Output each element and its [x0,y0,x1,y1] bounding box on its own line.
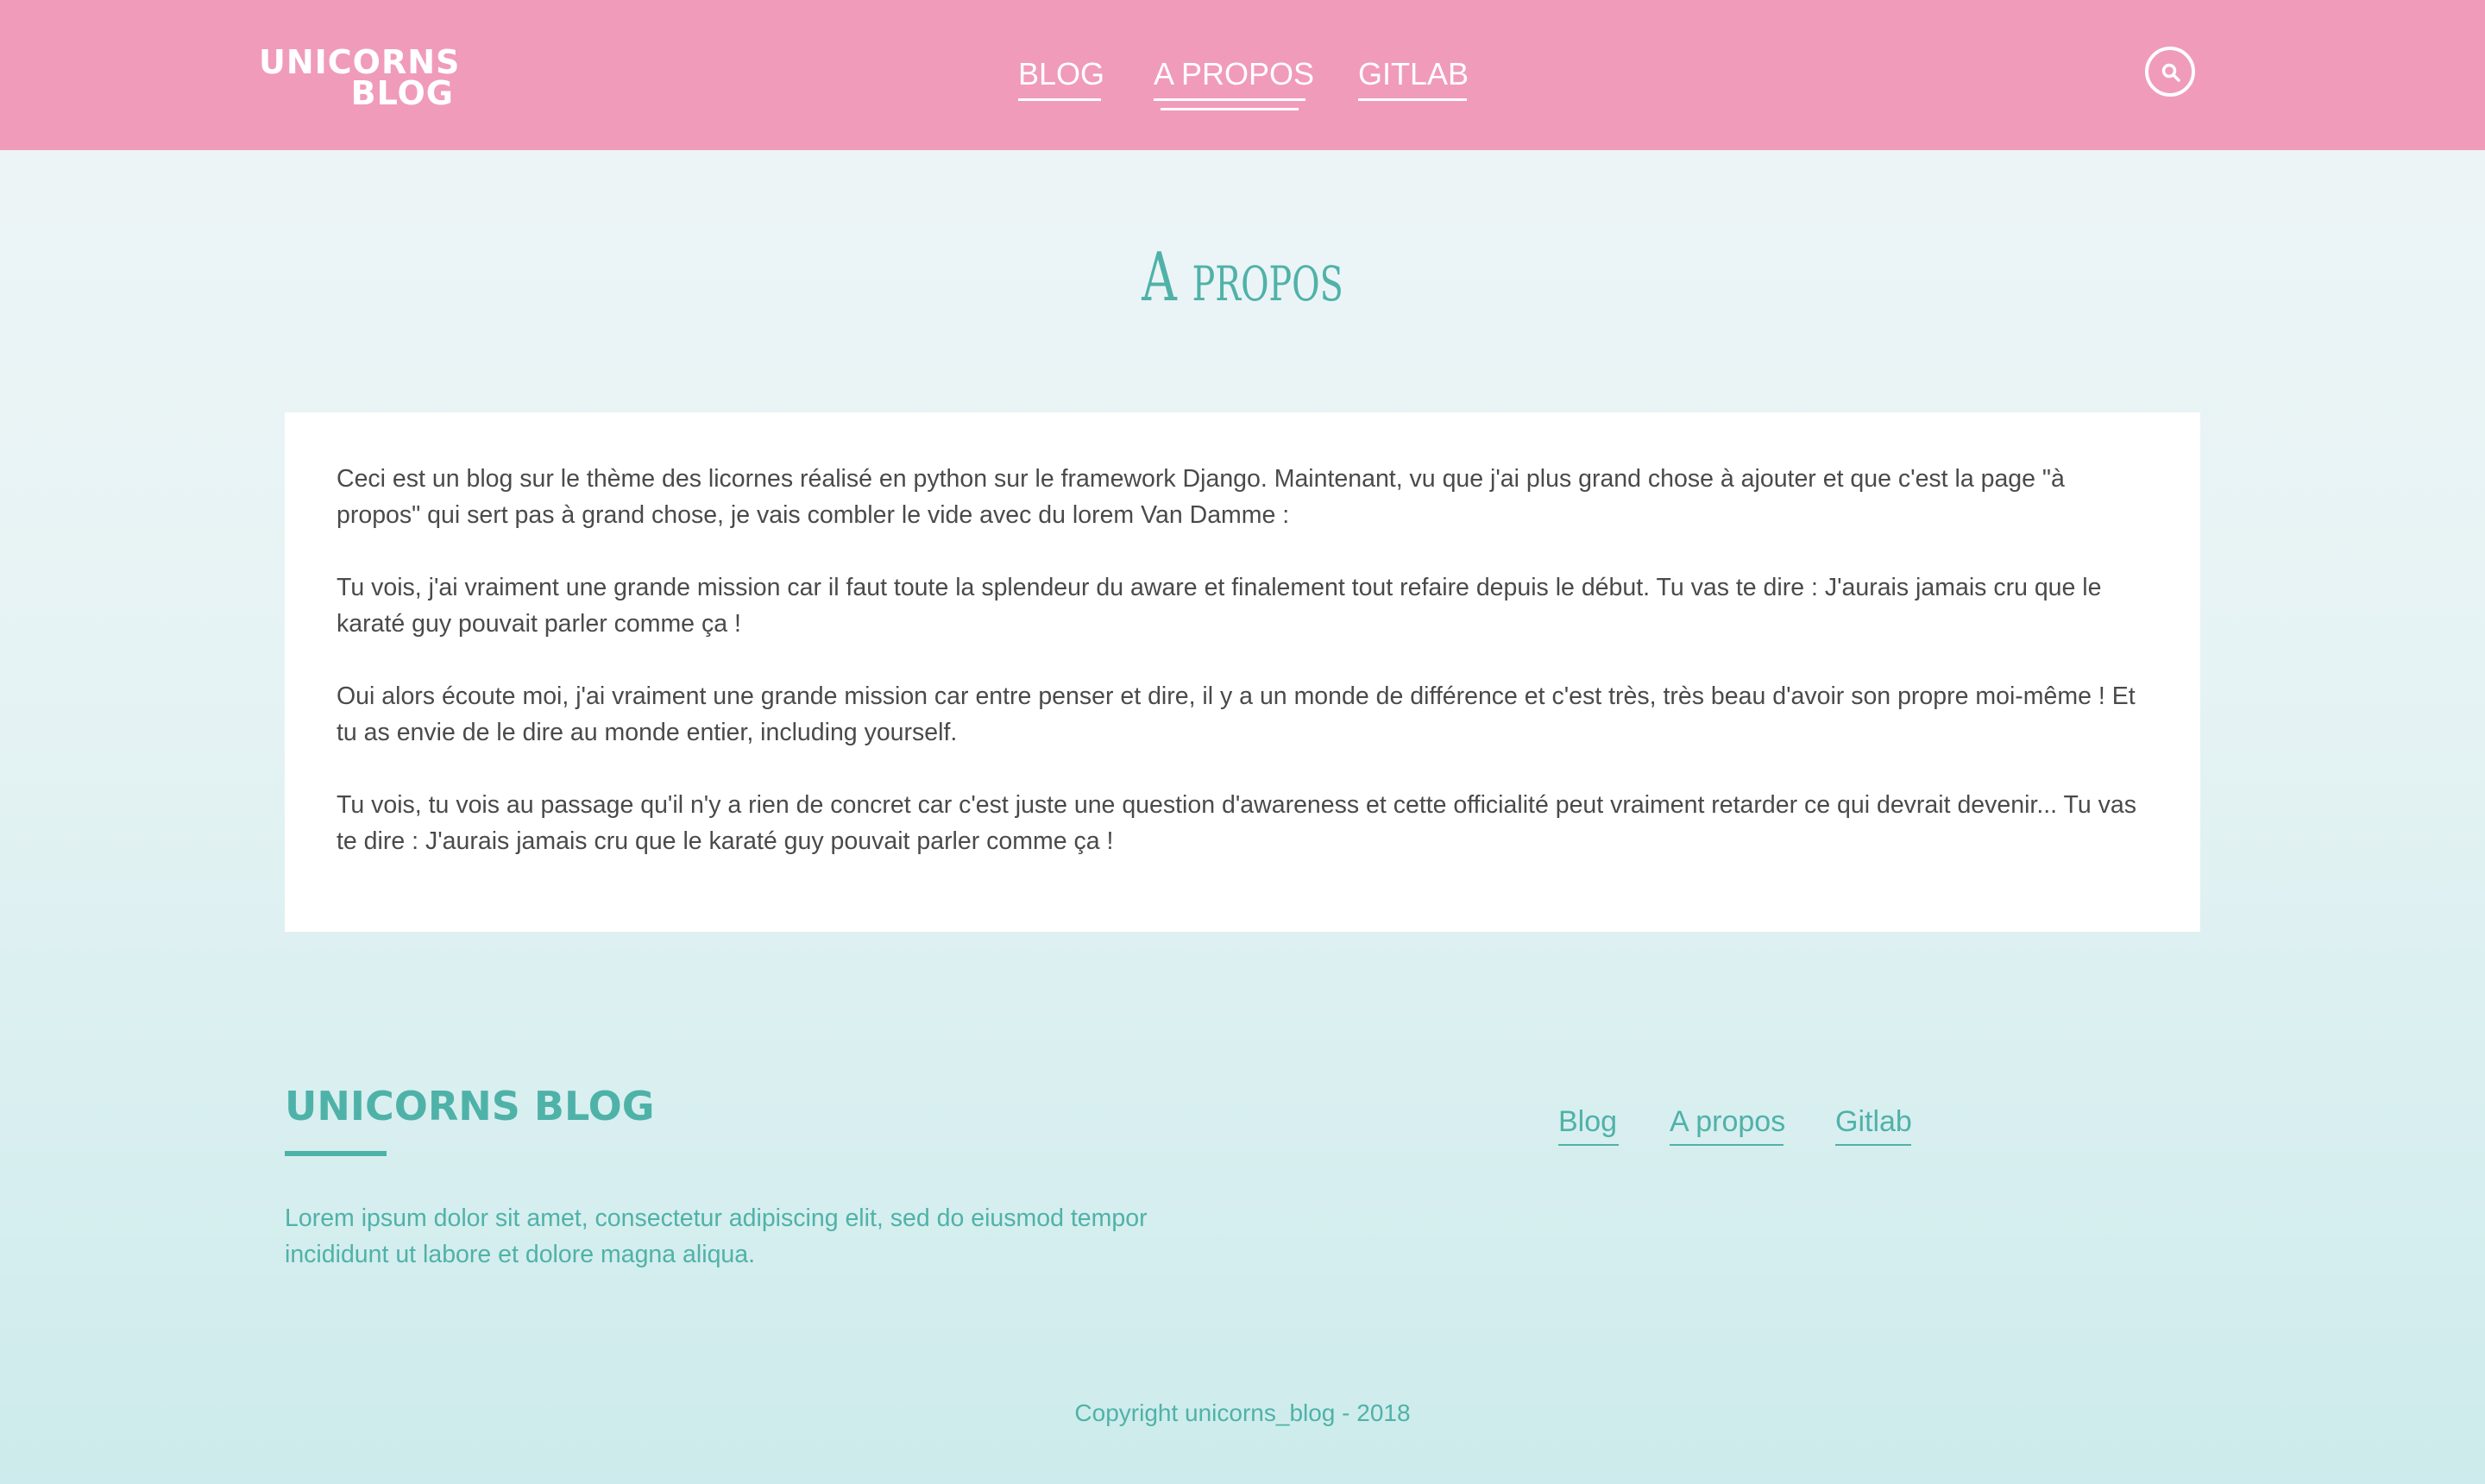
about-paragraph-2: Tu vois, j'ai vraiment une grande missio… [337,574,2102,638]
footer-link-underline [1558,1144,1619,1146]
about-paragraph-4: Tu vois, tu vois au passage qu'il n'y a … [337,791,2136,855]
nav-underline [1154,98,1305,101]
footer-link-underline [1670,1144,1784,1146]
about-content-card: Ceci est un blog sur le thème des licorn… [285,412,2200,932]
footer-link-gitlab-label: Gitlab [1835,1105,1912,1138]
page-title: A propos [1142,239,1343,317]
nav-active-indicator [1161,108,1299,110]
main-nav: BLOG A PROPOS GITLAB [0,53,2485,114]
about-paragraph-1: Ceci est un blog sur le thème des licorn… [337,465,2065,529]
footer-link-about[interactable]: A propos [1670,1101,1786,1146]
nav-link-blog[interactable]: BLOG [1018,53,1105,101]
nav-link-about-label: A PROPOS [1154,56,1315,91]
search-icon [2161,63,2180,82]
search-button[interactable] [2145,47,2195,97]
footer-link-blog[interactable]: Blog [1558,1101,1619,1146]
site-header: UNICORNS BLOG BLOG A PROPOS GITLAB [0,0,2485,150]
footer-link-blog-label: Blog [1558,1105,1618,1138]
footer-description: Lorem ipsum dolor sit amet, consectetur … [285,1204,1148,1268]
nav-link-gitlab-label: GITLAB [1358,56,1469,91]
nav-underline [1018,98,1101,101]
footer-link-about-label: A propos [1670,1105,1786,1138]
nav-link-gitlab[interactable]: GITLAB [1358,53,1469,101]
footer-nav: Blog A propos Gitlab [0,1101,2485,1153]
nav-link-about[interactable]: A PROPOS [1154,53,1314,110]
footer-link-gitlab[interactable]: Gitlab [1835,1101,1912,1146]
nav-underline [1358,98,1467,101]
about-paragraph-3: Oui alors écoute moi, j'ai vraiment une … [337,682,2136,746]
nav-link-blog-label: BLOG [1018,56,1105,91]
footer-link-underline [1835,1144,1911,1146]
copyright-text: Copyright unicorns_blog - 2018 [1074,1399,1411,1426]
